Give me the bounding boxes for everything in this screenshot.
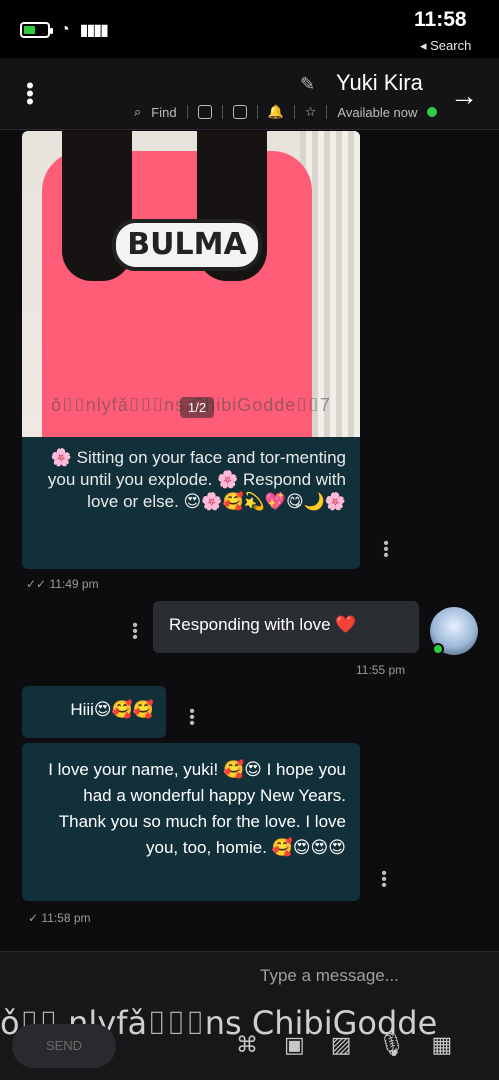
- time-label: 11:55 pm: [356, 663, 406, 677]
- message-bubble-outgoing[interactable]: Responding with love ❤️: [153, 601, 419, 653]
- attach-icon[interactable]: ⌘: [236, 1032, 258, 1058]
- image-counter[interactable]: 1/2: [180, 397, 215, 418]
- message-image[interactable]: BULMA ǒ⌷⌷nlyfǎ⌷⌷⌷ns ChibiGodde⌷⌷7 1/2: [22, 131, 360, 437]
- divider: [256, 105, 258, 119]
- arrow-right-icon[interactable]: →: [450, 80, 478, 112]
- chat-header: • • • ✎ Yuki Kira → ⌕ Find 🔔 ☆ Available n…: [0, 58, 499, 130]
- message-options-icon[interactable]: • • •: [382, 536, 390, 564]
- gif-icon[interactable]: [232, 105, 247, 119]
- edit-icon[interactable]: ✎: [300, 74, 315, 95]
- camera-icon[interactable]: ▦: [432, 1032, 453, 1058]
- online-indicator: [427, 107, 438, 117]
- status-bar: ◔ ▮▮▮▮ 11:58 ◂ Search: [0, 0, 499, 58]
- message-text: I love your name, yuki! 🥰😍 I hope you ha…: [48, 760, 346, 857]
- message-text: Responding with love ❤️: [169, 615, 357, 634]
- message-options-icon[interactable]: • • •: [131, 618, 139, 646]
- search-icon[interactable]: ⌕: [134, 104, 141, 120]
- message-options-icon[interactable]: • • •: [188, 704, 196, 732]
- online-indicator: [432, 643, 444, 655]
- message-options-icon[interactable]: • • •: [380, 866, 388, 894]
- wifi-icon: ◔: [60, 21, 70, 38]
- message-input[interactable]: Type a message...: [260, 966, 399, 986]
- battery-icon: [20, 22, 53, 38]
- divider: [221, 105, 223, 119]
- message-text: Hiii😍🥰🥰: [70, 700, 154, 719]
- time-label: 11:58 pm: [41, 911, 91, 925]
- message-bubble-incoming[interactable]: 🌸 Sitting on your face and tor-menting y…: [22, 437, 360, 569]
- composer-icons: ⌘ ▣ ▨ 🎙 ▦: [236, 1032, 452, 1058]
- presence-label: Available now: [337, 104, 418, 120]
- time-label: 11:49 pm: [49, 577, 99, 591]
- star-icon[interactable]: ☆: [305, 104, 317, 120]
- message-time: 11:55 pm: [356, 663, 405, 677]
- message-bubble-incoming[interactable]: I love your name, yuki! 🥰😍 I hope you ha…: [22, 743, 360, 901]
- bell-icon[interactable]: 🔔: [268, 104, 284, 120]
- message-time: ✓ 11:58 pm: [28, 911, 91, 925]
- image-icon[interactable]: ▨: [331, 1032, 352, 1058]
- clock: 11:58: [414, 8, 467, 31]
- calendar-icon[interactable]: ▣: [284, 1032, 305, 1058]
- message-time: ✓✓ 11:49 pm: [26, 577, 99, 591]
- app: ◔ ▮▮▮▮ 11:58 ◂ Search • • • ✎ Yuki Kira → …: [0, 0, 499, 1080]
- divider: [326, 105, 328, 119]
- contact-name: Yuki Kira: [336, 70, 423, 95]
- composer: Type a message... ǒ⌷⌷ nlyfǎ⌷⌷⌷ns ChibiGo…: [0, 951, 499, 1080]
- kebab-icon[interactable]: • • •: [24, 75, 36, 113]
- chat-area[interactable]: BULMA ǒ⌷⌷nlyfǎ⌷⌷⌷ns ChibiGodde⌷⌷7 1/2 🌸 …: [0, 131, 499, 951]
- send-button[interactable]: SEND: [12, 1024, 116, 1068]
- message-bubble-incoming[interactable]: Hiii😍🥰🥰: [22, 686, 166, 738]
- status-icons: ◔ ▮▮▮▮: [20, 20, 109, 40]
- back-to-app[interactable]: ◂ Search: [420, 38, 471, 54]
- sticker-icon[interactable]: [197, 105, 212, 119]
- signal-icon: ▮▮▮▮: [79, 22, 109, 39]
- image-counter-label: 1/2: [188, 400, 207, 415]
- mic-icon[interactable]: 🎙: [378, 1032, 406, 1058]
- divider: [186, 105, 188, 119]
- header-toolbar: ⌕ Find 🔔 ☆ Available now: [134, 104, 438, 120]
- shirt-logo: BULMA: [112, 219, 262, 271]
- divider: [293, 105, 295, 119]
- find-label[interactable]: Find: [151, 105, 176, 120]
